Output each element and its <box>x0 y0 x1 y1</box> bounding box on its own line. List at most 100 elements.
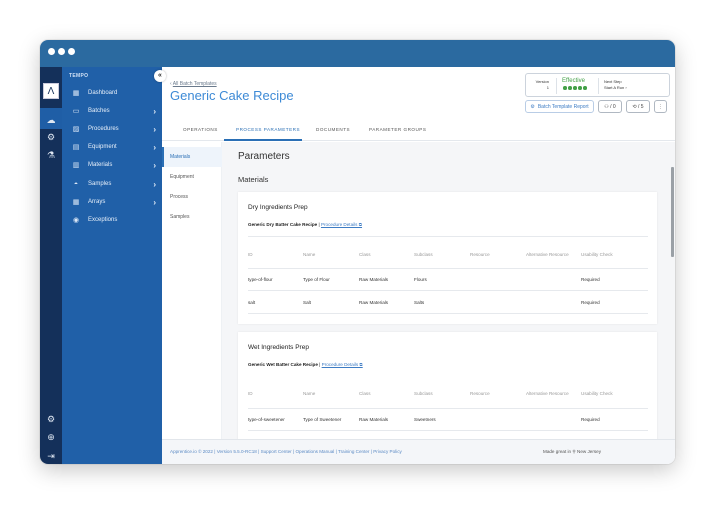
col-header-name: Name <box>303 391 316 396</box>
cell-usability: Required <box>581 300 600 305</box>
cell-id: salt <box>248 300 256 305</box>
tab-documents[interactable]: DOCUMENTS <box>316 127 350 132</box>
parameters-heading: Parameters <box>238 151 290 162</box>
more-vertical-icon: ⋮ <box>658 103 663 110</box>
cell-class: Raw Materials <box>359 417 389 422</box>
footer-link-training[interactable]: Training Center <box>338 449 370 454</box>
section-nav-materials[interactable]: Materials <box>162 147 222 167</box>
report-button-label: Batch Template Report <box>537 103 589 110</box>
table-row[interactable]: type-of-sweetener Type of Sweetener Raw … <box>248 409 648 431</box>
users-count: / 0 <box>610 103 616 110</box>
chevron-right-icon: › <box>153 124 156 134</box>
settings-circle-icon[interactable]: ⚙ <box>40 132 62 142</box>
col-header-usability: Usability Check <box>581 252 613 257</box>
section-nav-equipment[interactable]: Equipment <box>162 167 222 187</box>
version-value: 1 <box>546 85 549 90</box>
brand-label: TEMPO <box>69 73 89 79</box>
window-close-button[interactable] <box>48 48 55 55</box>
tab-operations[interactable]: OPERATIONS <box>183 127 218 132</box>
main-panel: ‹ All Batch Templates Generic Cake Recip… <box>162 67 675 464</box>
section-nav: Materials Equipment Process Samples <box>162 142 222 439</box>
col-header-subclass: Subclass <box>414 391 433 396</box>
chevron-right-icon: › <box>153 142 156 152</box>
exceptions-icon: ◉ <box>72 217 80 224</box>
sidebar-item-equipment[interactable]: ▤ Equipment › <box>62 138 162 156</box>
footer-link-operations-manual[interactable]: Operations Manual <box>295 449 334 454</box>
users-button[interactable]: ⚇ / 0 <box>598 100 622 113</box>
cell-class: Raw Materials <box>359 277 389 282</box>
sidebar-item-label: Arrays <box>88 199 106 205</box>
sidebar-item-exceptions[interactable]: ◉ Exceptions <box>62 211 162 229</box>
footer: Apprentice.io © 2022 | Version 5.5.0-RC1… <box>162 439 675 464</box>
cloud-icon[interactable]: ☁ <box>40 115 62 125</box>
procedure-name: Generic Wet Batter Cake Recipe <box>248 362 318 367</box>
status-summary: Version 1 Effective Next Step Start A Ru… <box>525 73 670 97</box>
footer-link-privacy[interactable]: Privacy Policy <box>373 449 402 454</box>
status-step-dot <box>573 86 577 90</box>
batch-template-report-button[interactable]: ⚙ Batch Template Report <box>525 100 594 113</box>
window-minimize-button[interactable] <box>58 48 65 55</box>
made-in-label: Made great in <box>543 449 572 454</box>
sidebar-item-label: Materials <box>88 162 113 168</box>
next-step[interactable]: Next Step Start A Run › <box>604 79 627 91</box>
status-step-dot <box>568 86 572 90</box>
procedure-details-link[interactable]: Procedure Details ⧉ <box>321 222 362 227</box>
footer-links: Apprentice.io © 2022 | Version 5.5.0-RC1… <box>170 449 402 454</box>
table-row[interactable]: type-of-flour Type of Flour Raw Material… <box>248 269 648 291</box>
parameter-card-wet: Wet Ingredients Prep Generic Wet Batter … <box>238 332 657 439</box>
procedures-icon: ▨ <box>72 126 80 133</box>
parameter-card-dry: Dry Ingredients Prep Generic Dry Batter … <box>238 192 657 324</box>
section-nav-samples[interactable]: Samples <box>162 207 222 227</box>
more-options-button[interactable]: ⋮ <box>654 100 667 113</box>
tab-process-parameters[interactable]: PROCESS PARAMETERS <box>236 127 300 132</box>
table-row[interactable]: salt Salt Raw Materials Salts Required <box>248 292 648 314</box>
sidebar-item-batches[interactable]: ▭ Batches › <box>62 102 162 120</box>
status-progress-dots <box>563 86 587 90</box>
status-step-dot <box>578 86 582 90</box>
help-icon[interactable]: ⊕ <box>40 432 62 442</box>
content-scrollbar[interactable] <box>671 167 674 257</box>
breadcrumb: ‹ All Batch Templates <box>170 81 217 87</box>
app-logo[interactable]: Λ <box>43 83 59 99</box>
page-title: Generic Cake Recipe <box>170 88 294 103</box>
cell-name: Type of Flour <box>303 277 330 282</box>
sidebar-item-label: Samples <box>88 181 112 187</box>
report-icon: ⚙ <box>530 103 535 110</box>
col-header-resource: Resource <box>470 252 490 257</box>
procedure-details-link[interactable]: Procedure Details ⧉ <box>322 362 363 367</box>
next-step-value: Start A Run <box>604 85 625 90</box>
sidebar-item-materials[interactable]: ▥ Materials › <box>62 156 162 174</box>
logout-icon[interactable]: ⇥ <box>40 451 62 461</box>
chevron-right-icon: › <box>153 179 156 189</box>
col-header-class: Class <box>359 391 371 396</box>
section-nav-process[interactable]: Process <box>162 187 222 207</box>
sidebar-item-arrays[interactable]: ▦ Arrays › <box>62 193 162 211</box>
col-header-id: ID <box>248 252 253 257</box>
divider <box>598 78 599 94</box>
collapse-sidebar-button[interactable]: « <box>154 70 166 82</box>
sidebar-item-label: Equipment <box>88 144 117 150</box>
col-header-class: Class <box>359 252 371 257</box>
cell-usability: Required <box>581 417 600 422</box>
parameters-content: Parameters Materials Dry Ingredients Pre… <box>222 142 675 439</box>
tags-button[interactable]: ⟲ / 5 <box>626 100 650 113</box>
breadcrumb-link[interactable]: All Batch Templates <box>173 81 217 87</box>
card-title: Wet Ingredients Prep <box>248 344 309 351</box>
sidebar-item-samples[interactable]: ◓ Samples › <box>62 175 162 193</box>
location: New Jersey <box>577 449 602 454</box>
footer-link-support[interactable]: Support Center <box>261 449 292 454</box>
col-header-alt-resource: Alternative Resource <box>526 391 569 396</box>
gear-icon[interactable]: ⚙ <box>40 414 62 424</box>
app-window: Λ ☁ ⚙ ⚗ ⚙ ⊕ ⇥ TEMPO ▦ Dashboard ▭ Batche… <box>40 40 675 464</box>
sidebar-item-procedures[interactable]: ▨ Procedures › <box>62 120 162 138</box>
chevron-right-icon: › <box>153 106 156 116</box>
cell-subclass: Sweetners <box>414 417 436 422</box>
analytics-icon[interactable]: ⚗ <box>40 150 62 160</box>
tab-parameter-groups[interactable]: PARAMETER GROUPS <box>369 127 426 132</box>
materials-icon: ▥ <box>72 162 80 169</box>
active-tab-indicator <box>224 139 302 141</box>
cell-name: Type of Sweetener <box>303 417 342 422</box>
sidebar-item-dashboard[interactable]: ▦ Dashboard <box>62 84 162 102</box>
window-maximize-button[interactable] <box>68 48 75 55</box>
samples-icon: ◓ <box>73 180 79 188</box>
